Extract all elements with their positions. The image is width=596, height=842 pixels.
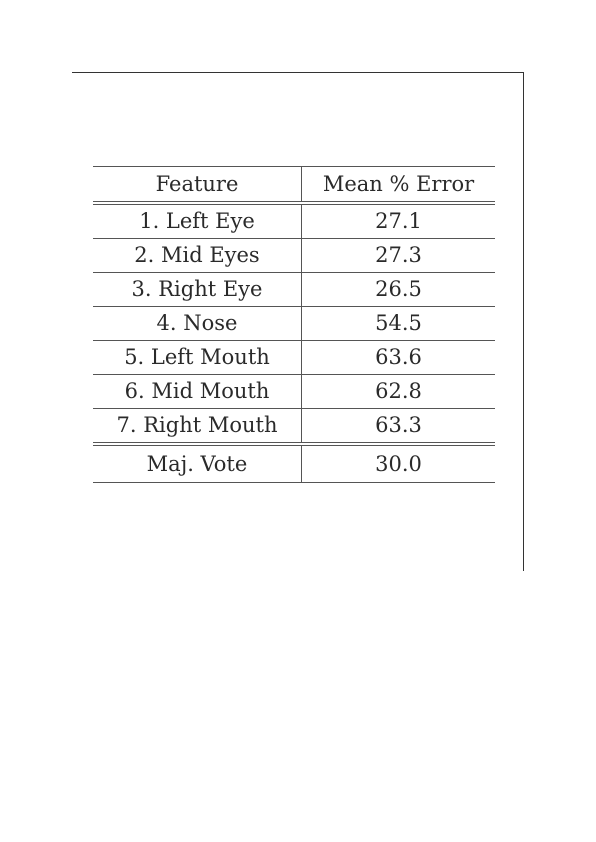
feature-cell: 2. Mid Eyes <box>93 238 302 273</box>
table-row: 6. Mid Mouth 62.8 <box>93 374 495 409</box>
header-feature: Feature <box>93 166 302 205</box>
table-row: 3. Right Eye 26.5 <box>93 272 495 307</box>
error-cell: 26.5 <box>301 272 495 307</box>
error-cell: 27.1 <box>301 203 495 239</box>
feature-cell: 1. Left Eye <box>93 203 302 239</box>
page-frame-right-rule <box>523 72 524 571</box>
feature-cell: 5. Left Mouth <box>93 340 302 375</box>
summary-label-cell: Maj. Vote <box>93 444 302 483</box>
page-frame-top-rule <box>72 72 524 73</box>
error-cell: 63.6 <box>301 340 495 375</box>
feature-error-table: Feature Mean % Error 1. Left Eye 27.1 2.… <box>93 166 495 483</box>
feature-cell: 7. Right Mouth <box>93 408 302 446</box>
table-row: 5. Left Mouth 63.6 <box>93 340 495 375</box>
error-cell: 62.8 <box>301 374 495 409</box>
table-row: 1. Left Eye 27.1 <box>93 203 495 239</box>
table-row: 7. Right Mouth 63.3 <box>93 408 495 446</box>
summary-value-cell: 30.0 <box>301 444 495 483</box>
error-cell: 27.3 <box>301 238 495 273</box>
error-cell: 63.3 <box>301 408 495 446</box>
summary-row: Maj. Vote 30.0 <box>93 444 495 483</box>
feature-cell: 4. Nose <box>93 306 302 341</box>
table-row: 2. Mid Eyes 27.3 <box>93 238 495 273</box>
table-header-row: Feature Mean % Error <box>93 166 495 205</box>
table-row: 4. Nose 54.5 <box>93 306 495 341</box>
feature-cell: 3. Right Eye <box>93 272 302 307</box>
error-cell: 54.5 <box>301 306 495 341</box>
header-mean-error: Mean % Error <box>301 166 495 205</box>
feature-cell: 6. Mid Mouth <box>93 374 302 409</box>
